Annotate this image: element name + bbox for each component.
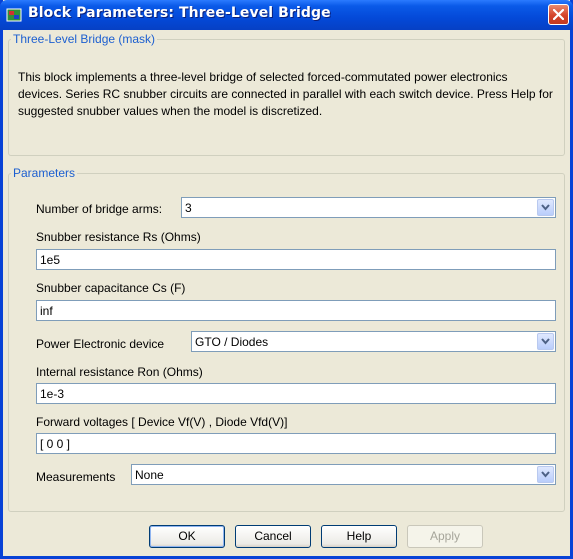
power-device-dropdown[interactable]: GTO / Diodes xyxy=(191,331,556,352)
power-device-label: Power Electronic device xyxy=(36,337,165,351)
window-title: Block Parameters: Three-Level Bridge xyxy=(28,5,331,21)
forward-voltages-label: Forward voltages [ Device Vf(V) , Diode … xyxy=(36,415,288,429)
block-parameters-dialog: Block Parameters: Three-Level Bridge Thr… xyxy=(0,0,573,559)
snubber-capacitance-field[interactable]: inf xyxy=(36,300,556,321)
power-device-value: GTO / Diodes xyxy=(195,335,269,349)
ok-button[interactable]: OK xyxy=(149,525,225,548)
measurements-dropdown[interactable]: None xyxy=(131,464,556,485)
title-bar[interactable]: Block Parameters: Three-Level Bridge xyxy=(0,0,573,30)
cancel-button[interactable]: Cancel xyxy=(235,525,311,548)
apply-button[interactable]: Apply xyxy=(407,525,483,548)
parameters-legend: Parameters xyxy=(13,166,76,180)
help-button[interactable]: Help xyxy=(321,525,397,548)
chevron-down-icon[interactable] xyxy=(537,333,554,350)
bridge-arms-label: Number of bridge arms: xyxy=(36,202,163,216)
bridge-arms-dropdown[interactable]: 3 xyxy=(181,197,556,218)
chevron-down-icon[interactable] xyxy=(537,466,554,483)
forward-voltages-field[interactable]: [ 0 0 ] xyxy=(36,433,556,454)
description-legend: Three-Level Bridge (mask) xyxy=(13,32,156,46)
close-button[interactable] xyxy=(548,4,569,25)
snubber-capacitance-label: Snubber capacitance Cs (F) xyxy=(36,281,186,295)
measurements-label: Measurements xyxy=(36,470,116,484)
snubber-resistance-field[interactable]: 1e5 xyxy=(36,249,556,270)
chevron-down-icon[interactable] xyxy=(537,199,554,216)
internal-resistance-label: Internal resistance Ron (Ohms) xyxy=(36,365,203,379)
bridge-arms-value: 3 xyxy=(185,201,192,215)
measurements-value: None xyxy=(135,468,164,482)
simulink-block-icon xyxy=(6,7,22,23)
block-description: This block implements a three-level brid… xyxy=(18,70,553,118)
internal-resistance-field[interactable]: 1e-3 xyxy=(36,383,556,404)
snubber-resistance-label: Snubber resistance Rs (Ohms) xyxy=(36,230,201,244)
